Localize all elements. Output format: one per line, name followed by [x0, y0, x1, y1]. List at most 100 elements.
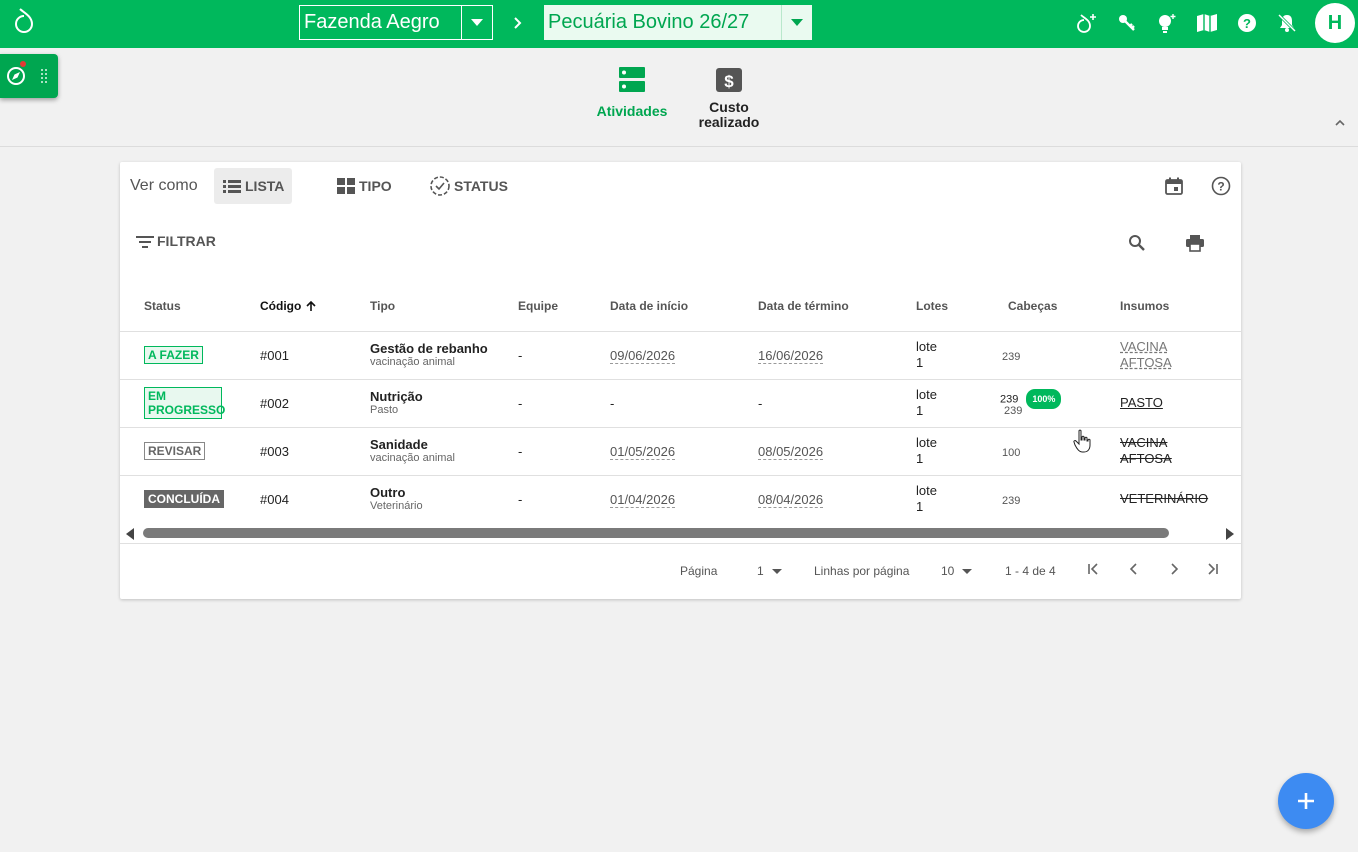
filter-icon — [136, 236, 154, 248]
column-lotes[interactable]: Lotes — [916, 282, 1008, 332]
row-lot-count: 1 — [916, 403, 924, 418]
column-cabecas[interactable]: Cabeças — [1008, 282, 1120, 332]
horizontal-scrollbar[interactable] — [120, 523, 1241, 543]
row-input[interactable]: AFTOSA — [1120, 355, 1241, 371]
activities-card: Ver como LISTA TIPO STATUS ? FILTRAR Sta… — [120, 162, 1241, 599]
row-start-date[interactable]: 01/05/2026 — [610, 443, 676, 460]
first-page-icon[interactable] — [1086, 562, 1100, 579]
chevron-down-icon[interactable] — [461, 6, 492, 39]
row-end-date[interactable]: 16/06/2026 — [758, 347, 824, 364]
prev-page-icon[interactable] — [1127, 562, 1141, 579]
logo-icon[interactable] — [14, 6, 38, 34]
row-type: Outro — [370, 485, 406, 501]
row-end-date[interactable]: 08/05/2026 — [758, 443, 824, 460]
row-heads: 100 — [1002, 446, 1021, 459]
row-lot-count: 1 — [916, 451, 924, 466]
avatar[interactable]: H — [1315, 3, 1355, 43]
page-label: Página — [680, 564, 718, 578]
module-nav: Atividades $ Custo realizado — [0, 48, 1358, 147]
module-label: Custo realizado — [698, 99, 760, 130]
row-subtype: vacinação animal — [370, 452, 455, 464]
key-icon[interactable] — [1116, 12, 1138, 34]
notifications-off-icon[interactable] — [1276, 12, 1298, 34]
row-input[interactable]: VACINA — [1120, 339, 1241, 355]
arrow-up-icon — [306, 301, 316, 312]
row-code: #002 — [260, 379, 370, 428]
module-custo-realizado[interactable]: $ Custo realizado — [690, 66, 768, 130]
view-status-button[interactable]: STATUS — [421, 168, 516, 204]
add-activity-button[interactable] — [1278, 773, 1334, 829]
row-input[interactable]: VACINA — [1120, 435, 1241, 451]
map-book-icon[interactable] — [1196, 12, 1218, 34]
column-data-termino[interactable]: Data de término — [758, 282, 916, 332]
top-bar: Fazenda Aegro Pecuária Bovino 26/27 ? H — [0, 0, 1358, 48]
row-input[interactable]: VETERINÁRIO — [1120, 491, 1241, 507]
row-lot-count: 1 — [916, 355, 924, 370]
list-icon — [223, 180, 241, 193]
table-row[interactable]: EM PROGRESSO #002 Nutrição Pasto - - - lo… — [120, 379, 1241, 428]
row-input[interactable]: AFTOSA — [1120, 451, 1241, 467]
help-icon[interactable]: ? — [1236, 12, 1258, 34]
module-atividades[interactable]: Atividades — [590, 66, 674, 119]
season-selector[interactable]: Pecuária Bovino 26/27 — [544, 5, 812, 40]
view-tipo-button[interactable]: TIPO — [328, 168, 400, 204]
progress-pill: 100% — [1026, 388, 1062, 409]
print-icon[interactable] — [1183, 231, 1207, 255]
filter-button[interactable]: FILTRAR — [135, 233, 216, 249]
next-page-icon[interactable] — [1167, 562, 1181, 579]
row-start-date[interactable]: 01/04/2026 — [610, 491, 676, 508]
row-subtype: vacinação animal — [370, 356, 455, 368]
view-lista-button[interactable]: LISTA — [214, 168, 293, 204]
column-insumos[interactable]: Insumos — [1120, 282, 1241, 332]
column-equipe[interactable]: Equipe — [518, 282, 610, 332]
search-icon[interactable] — [1125, 231, 1149, 255]
status-badge[interactable]: EM PROGRESSO — [144, 387, 225, 419]
row-team: - — [518, 427, 610, 476]
svg-text:$: $ — [724, 72, 734, 91]
row-end-date: - — [758, 379, 916, 428]
farm-selector[interactable]: Fazenda Aegro — [299, 5, 493, 40]
row-type: Sanidade — [370, 437, 428, 452]
row-type: Nutrição — [370, 389, 423, 404]
row-start-date[interactable]: 09/06/2026 — [610, 347, 676, 364]
lightbulb-icon[interactable] — [1155, 12, 1177, 34]
grid-icon — [337, 178, 355, 194]
status-badge[interactable]: A FAZER — [144, 346, 203, 364]
scroll-right-icon[interactable] — [1226, 528, 1234, 540]
dollar-icon: $ — [690, 66, 768, 94]
row-lot-count: 1 — [916, 499, 924, 515]
activities-icon — [590, 66, 674, 94]
column-data-inicio[interactable]: Data de início — [610, 282, 758, 332]
column-codigo[interactable]: Código — [260, 282, 370, 332]
table-header-row: Status Código Tipo Equipe Data de início… — [120, 282, 1241, 332]
plus-icon — [1298, 793, 1314, 809]
table-row[interactable]: CONCLUÍDA #004 Outro Veterinário - 01/04/… — [120, 475, 1241, 523]
add-user-icon[interactable] — [1076, 12, 1098, 34]
status-badge[interactable]: REVISAR — [144, 442, 206, 460]
row-end-date[interactable]: 08/04/2026 — [758, 491, 824, 508]
page-range: 1 - 4 de 4 — [1005, 564, 1056, 578]
page-select[interactable]: 1 — [757, 564, 782, 578]
view-as-label: Ver como — [130, 177, 198, 194]
scroll-left-icon[interactable] — [126, 528, 134, 540]
last-page-icon[interactable] — [1206, 562, 1220, 579]
column-tipo[interactable]: Tipo — [370, 282, 518, 332]
chevron-right-icon — [511, 13, 525, 38]
row-lot-label: lote — [916, 339, 937, 354]
help-circle-icon[interactable]: ? — [1209, 174, 1233, 198]
chevron-down-icon[interactable] — [781, 5, 812, 40]
scrollbar-thumb[interactable] — [143, 528, 1169, 538]
caret-down-icon — [771, 568, 782, 574]
row-team: - — [518, 331, 610, 380]
status-badge[interactable]: CONCLUÍDA — [144, 490, 224, 509]
calendar-icon[interactable] — [1162, 174, 1186, 198]
column-status[interactable]: Status — [120, 282, 260, 332]
chevron-up-icon[interactable] — [1333, 115, 1347, 133]
row-type: Gestão de rebanho — [370, 341, 488, 356]
row-input[interactable]: PASTO — [1120, 395, 1241, 411]
row-start-date: - — [610, 379, 758, 428]
row-heads-done: 239 — [1004, 404, 1023, 417]
table-row[interactable]: A FAZER #001 Gestão de rebanho vacinação … — [120, 331, 1241, 380]
activities-table: Status Código Tipo Equipe Data de início… — [120, 282, 1241, 523]
rows-per-page-select[interactable]: 10 — [941, 564, 973, 578]
